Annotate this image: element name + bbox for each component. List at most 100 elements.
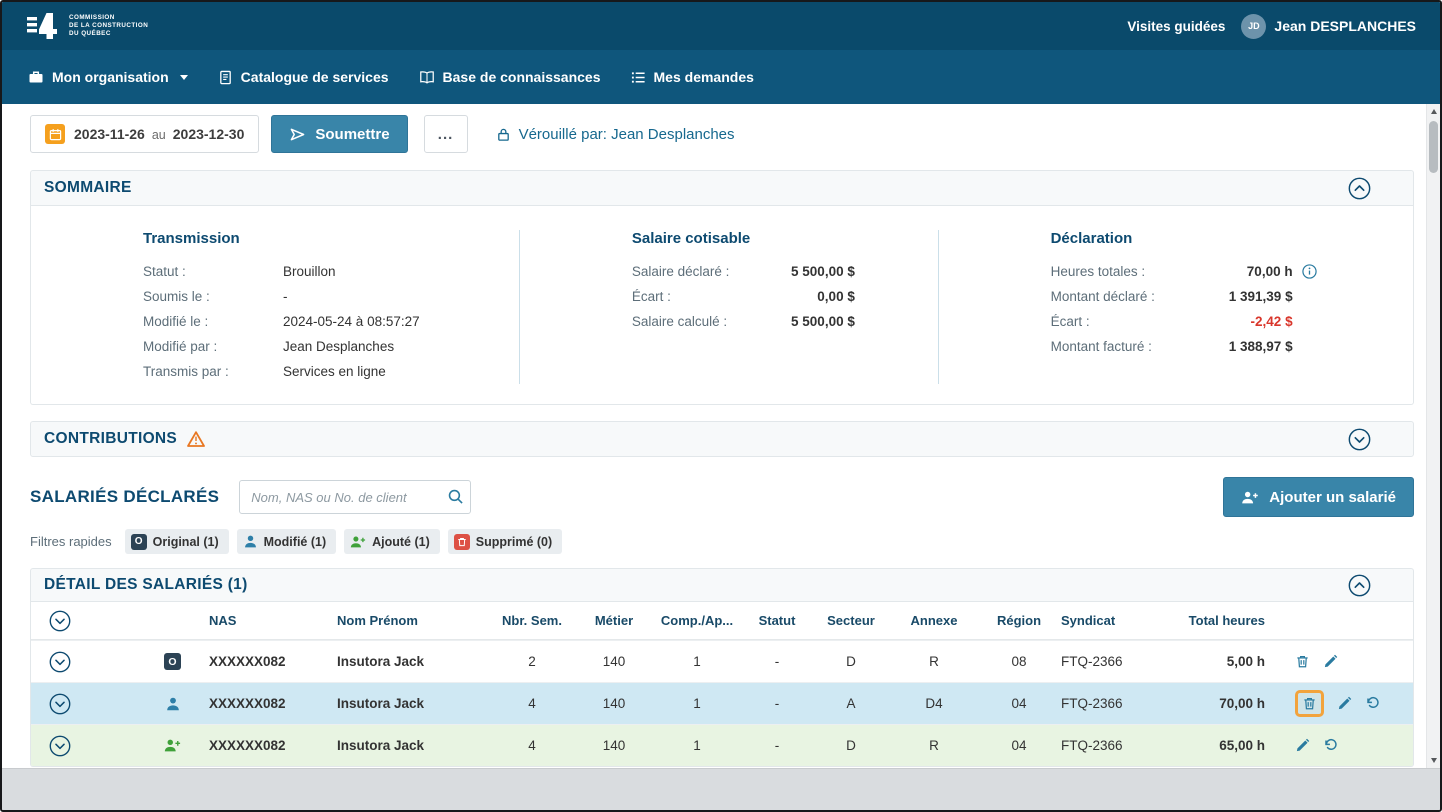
scroll-up-button[interactable] [1427, 104, 1440, 119]
list-icon [631, 70, 646, 85]
original-badge-icon: O [164, 653, 181, 670]
field-value: 1 388,97 $ [1193, 334, 1293, 359]
field-label: Écart : [632, 284, 760, 309]
summary-field: Montant facturé :1 388,97 $ [1051, 334, 1387, 359]
cell-metier: 140 [577, 696, 651, 711]
filter-label: Modifié (1) [264, 535, 327, 549]
declaration-title: Déclaration [1051, 230, 1387, 247]
salaries-title: SALARIÉS DÉCLARÉS [30, 487, 219, 507]
field-value-negative: -2,42 $ [1193, 309, 1293, 334]
cell-nbr-sem: 4 [487, 738, 577, 753]
expand-row-button[interactable] [41, 693, 91, 715]
nav-item-mon-organisation[interactable]: Mon organisation [28, 69, 188, 85]
expand-all-rows-button[interactable] [41, 610, 91, 632]
filter-supprime[interactable]: Supprimé (0) [448, 529, 562, 554]
chevron-down-icon [180, 75, 188, 80]
filter-original[interactable]: O Original (1) [125, 529, 229, 554]
delete-row-button[interactable] [1302, 696, 1317, 711]
more-actions-button[interactable]: ... [424, 115, 468, 153]
summary-field: Écart :0,00 $ [632, 284, 912, 309]
warning-icon [187, 431, 205, 447]
period-from: 2023-11-26 [74, 126, 145, 142]
filter-ajoute[interactable]: Ajouté (1) [344, 529, 440, 554]
filter-label: Supprimé (0) [476, 535, 552, 549]
add-employee-button[interactable]: Ajouter un salarié [1223, 477, 1414, 517]
person-icon [243, 534, 258, 549]
main-nav: Mon organisation Catalogue de services B… [2, 50, 1440, 104]
delete-row-button[interactable] [1295, 654, 1310, 669]
cell-statut: - [743, 696, 811, 711]
field-label: Statut : [143, 259, 283, 284]
chevron-up-circle-icon [1348, 574, 1371, 597]
column-header-nbr-sem: Nbr. Sem. [487, 613, 577, 628]
section-header-sommaire[interactable]: SOMMAIRE [30, 170, 1414, 206]
field-value: Services en ligne [283, 359, 386, 384]
scroll-down-button[interactable] [1427, 753, 1440, 768]
summary-field: Modifié par :Jean Desplanches [143, 334, 493, 359]
section-header-detail-salaries[interactable]: DÉTAIL DES SALARIÉS (1) [30, 568, 1414, 602]
guided-tours-link[interactable]: Visites guidées [1127, 19, 1225, 34]
document-icon [218, 70, 233, 85]
field-label: Montant déclaré : [1051, 284, 1193, 309]
cell-statut: - [743, 738, 811, 753]
period-selector[interactable]: 2023-11-26 au 2023-12-30 [30, 115, 259, 153]
cell-nas: XXXXXX082 [209, 696, 337, 711]
person-icon [165, 696, 181, 712]
salaire-cotisable-title: Salaire cotisable [632, 230, 912, 247]
declaration-toolbar: 2023-11-26 au 2023-12-30 Soumettre ... [30, 114, 1414, 154]
undo-row-button[interactable] [1365, 696, 1380, 711]
undo-row-button[interactable] [1323, 738, 1338, 753]
column-header-metier: Métier [577, 613, 651, 628]
section-header-contributions[interactable]: CONTRIBUTIONS [30, 421, 1414, 457]
app-window: COMMISSION DE LA CONSTRUCTION DU QUÉBEC … [0, 0, 1442, 812]
field-label: Modifié par : [143, 334, 283, 359]
edit-row-button[interactable] [1337, 696, 1352, 711]
employees-table: NAS Nom Prénom Nbr. Sem. Métier Comp./Ap… [30, 602, 1414, 767]
scrollbar-track[interactable] [1427, 119, 1440, 753]
table-row-original: O XXXXXX082 Insutora Jack 2 140 1 - D R … [31, 640, 1413, 682]
edit-row-button[interactable] [1323, 654, 1338, 669]
salaries-header-row: SALARIÉS DÉCLARÉS Ajouter un salarié [30, 477, 1414, 517]
edit-row-button[interactable] [1295, 738, 1310, 753]
collapse-detail-button[interactable] [1348, 574, 1371, 597]
chevron-down-circle-icon [1348, 428, 1371, 451]
scroll-up-icon [1431, 109, 1437, 114]
nav-item-catalogue-de-services[interactable]: Catalogue de services [218, 69, 389, 85]
collapse-sommaire-button[interactable] [1348, 177, 1371, 200]
field-label: Salaire déclaré : [632, 259, 760, 284]
highlight-box [1295, 690, 1324, 717]
ccq-logo[interactable]: COMMISSION DE LA CONSTRUCTION DU QUÉBEC [26, 9, 148, 43]
transmission-column: Transmission Statut :Brouillon Soumis le… [31, 230, 519, 384]
search-input[interactable] [239, 480, 471, 514]
user-menu[interactable]: JD Jean DESPLANCHES [1241, 14, 1416, 39]
scroll-down-icon [1431, 758, 1437, 763]
cell-statut: - [743, 654, 811, 669]
person-plus-icon [164, 738, 181, 753]
nav-item-base-de-connaissances[interactable]: Base de connaissances [419, 69, 601, 85]
search-icon[interactable] [447, 488, 464, 505]
expand-contributions-button[interactable] [1348, 428, 1371, 451]
field-value: Brouillon [283, 259, 336, 284]
expand-row-button[interactable] [41, 735, 91, 757]
cell-nas: XXXXXX082 [209, 738, 337, 753]
field-label: Salaire calculé : [632, 309, 760, 334]
column-header-total-heures: Total heures [1167, 613, 1279, 628]
field-value: 1 391,39 $ [1193, 284, 1293, 309]
original-badge-icon: O [131, 534, 147, 550]
nav-item-mes-demandes[interactable]: Mes demandes [631, 69, 754, 85]
cell-annexe: R [891, 654, 977, 669]
cell-annexe: R [891, 738, 977, 753]
row-actions [1279, 654, 1413, 669]
chevron-up-circle-icon [1348, 177, 1371, 200]
transmission-title: Transmission [143, 230, 493, 247]
period-range: 2023-11-26 au 2023-12-30 [74, 126, 244, 142]
vertical-scrollbar[interactable] [1426, 104, 1440, 768]
nav-label: Mon organisation [52, 69, 169, 85]
cell-secteur: D [811, 654, 891, 669]
filter-modifie[interactable]: Modifié (1) [237, 529, 337, 554]
info-icon[interactable] [1302, 264, 1317, 279]
scrollbar-thumb[interactable] [1429, 121, 1438, 173]
declaration-column: Déclaration Heures totales : 70,00 h Mon… [938, 230, 1413, 384]
expand-row-button[interactable] [41, 651, 91, 673]
submit-button[interactable]: Soumettre [271, 115, 407, 153]
